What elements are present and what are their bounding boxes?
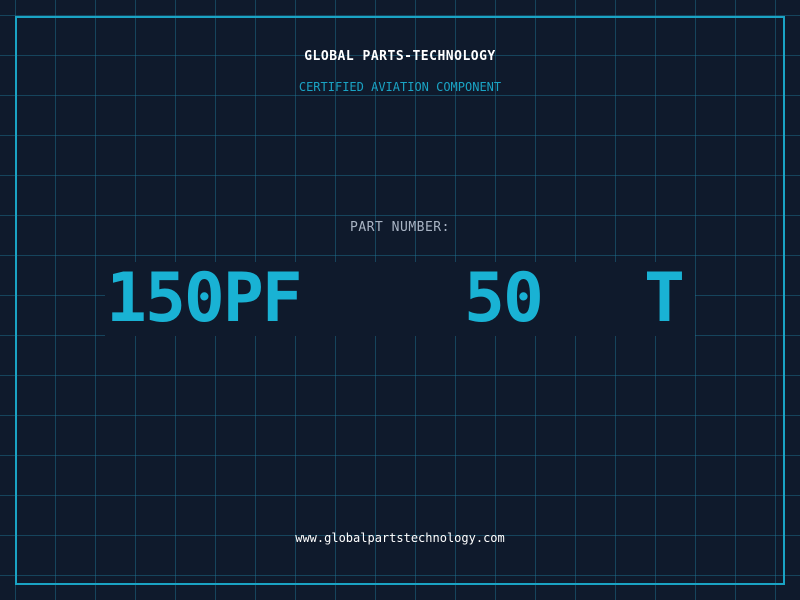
website-url[interactable]: www.globalpartstechnology.com [0,531,800,545]
part-number-segment-2: 50 [464,259,544,338]
certificate-page: GLOBAL PARTS-TECHNOLOGY CERTIFIED AVIATI… [0,0,800,600]
part-number-segment-3: T [644,259,685,338]
part-number-label: PART NUMBER: [350,220,450,235]
company-title: GLOBAL PARTS-TECHNOLOGY [304,49,496,64]
part-number-segment-1: 150PF [106,259,303,338]
company-subtitle: CERTIFIED AVIATION COMPONENT [298,80,502,94]
